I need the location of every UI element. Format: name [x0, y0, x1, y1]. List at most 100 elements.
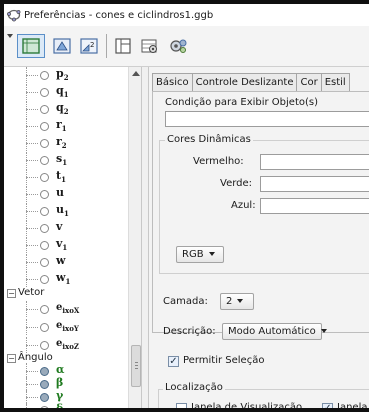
point-visibility-icon[interactable] [40, 241, 49, 250]
location-legend: Localização [163, 382, 225, 393]
point-visibility-icon[interactable] [40, 275, 49, 284]
angle-visibility-icon[interactable] [40, 380, 49, 389]
toolbar: 2 [4, 26, 369, 67]
scroll-up-arrow-icon[interactable] [132, 71, 140, 76]
toolbar-grip-icon [7, 32, 13, 38]
tab-color[interactable]: Cor [296, 73, 322, 91]
tree-item-label: δ [56, 402, 64, 412]
tree-item-label: β [56, 376, 64, 389]
point-visibility-icon[interactable] [40, 207, 49, 216]
vector-visibility-icon[interactable] [40, 305, 49, 314]
tree-item-t1[interactable]: t1 [4, 169, 129, 185]
tree-item-label: γ [56, 389, 64, 402]
advanced-settings-icon [170, 39, 187, 53]
tree-item-s1[interactable]: s1 [4, 152, 129, 168]
tree-item-eixox[interactable]: eixoX [4, 301, 129, 317]
scrollbar-thumb[interactable] [131, 345, 141, 387]
tree-item-subscript: ixoY [62, 324, 79, 333]
point-visibility-icon[interactable] [40, 224, 49, 233]
graphics-view-2-checkbox[interactable]: ✓ [322, 403, 333, 408]
graphics-select-button[interactable] [17, 34, 45, 58]
point-visibility-icon[interactable] [40, 173, 49, 182]
graphics-2-button[interactable]: 2 [77, 34, 101, 58]
tree-item-v[interactable]: v [4, 220, 129, 236]
angle-visibility-icon[interactable] [40, 367, 49, 376]
condition-input[interactable] [165, 111, 369, 127]
tree-item-subscript: ixoX [62, 306, 80, 315]
tree-item-q1[interactable]: q1 [4, 84, 129, 100]
description-label: Descrição: [163, 326, 216, 337]
tab-basic[interactable]: Básico [152, 73, 193, 91]
split-divider[interactable] [141, 67, 149, 408]
point-visibility-icon[interactable] [40, 190, 49, 199]
graphics-select-icon [22, 38, 40, 54]
blue-input[interactable] [260, 198, 369, 214]
tree-item-label: q [56, 101, 64, 114]
layer-label: Camada: [163, 296, 208, 307]
collapse-icon[interactable]: − [7, 354, 16, 363]
tree-item-eixoy[interactable]: eixoY [4, 319, 129, 335]
green-input[interactable] [260, 176, 369, 192]
tree-scrollbar[interactable] [128, 67, 142, 408]
point-visibility-icon[interactable] [40, 258, 49, 267]
description-value: Modo Automático [228, 326, 316, 337]
layout-button[interactable] [112, 34, 134, 58]
point-visibility-icon[interactable] [40, 71, 49, 80]
tree-item-r2[interactable]: r2 [4, 135, 129, 151]
vector-visibility-icon[interactable] [40, 341, 49, 350]
tree-item-w[interactable]: w [4, 254, 129, 270]
algebra-icon [53, 38, 71, 54]
green-label: Verde: [220, 178, 253, 189]
blue-label: Azul: [231, 200, 256, 211]
tree-item-label: u [56, 203, 64, 216]
tab-style[interactable]: Estil [320, 73, 350, 91]
layer-select[interactable]: 2 [220, 293, 254, 310]
tree-item-subscript: ixoZ [62, 342, 79, 351]
tab-slider[interactable]: Controle Deslizante [191, 73, 298, 91]
point-visibility-icon[interactable] [40, 88, 49, 97]
tree-item-subscript: 1 [65, 277, 71, 286]
point-visibility-icon[interactable] [40, 105, 49, 114]
tree-item-label: v [56, 220, 63, 233]
defaults-icon [141, 39, 157, 53]
geogebra-icon [7, 9, 21, 22]
advanced-settings-button[interactable] [166, 34, 190, 58]
tree-item-q2[interactable]: q2 [4, 101, 129, 117]
tree-item-v1[interactable]: v1 [4, 237, 129, 253]
tree-item-r1[interactable]: r1 [4, 118, 129, 134]
tree-item-p2[interactable]: p2 [4, 67, 129, 83]
algebra-button[interactable] [50, 34, 74, 58]
tree-item-u1[interactable]: u1 [4, 203, 129, 219]
tree-item-label: p [56, 67, 64, 80]
tree-item-subscript: 1 [63, 90, 69, 99]
defaults-button[interactable] [137, 34, 161, 58]
angle-visibility-icon[interactable] [40, 393, 49, 402]
dynamic-colors-legend: Cores Dinâmicas [165, 134, 253, 145]
tree-category-vector[interactable]: − Vetor [4, 286, 129, 300]
graphics-view-checkbox[interactable] [176, 403, 187, 408]
point-visibility-icon[interactable] [40, 122, 49, 131]
vector-visibility-icon[interactable] [40, 323, 49, 332]
chevron-down-icon [320, 329, 327, 333]
point-visibility-icon[interactable] [40, 139, 49, 148]
tree-item-label: α [56, 363, 65, 376]
title-bar: Preferências - cones e ciclindros1.ggb [4, 4, 369, 26]
tree-item-subscript: 1 [61, 175, 66, 184]
red-input[interactable] [260, 154, 369, 170]
tree-item-label: q [56, 84, 64, 97]
angle-visibility-icon[interactable] [40, 406, 49, 408]
tree-item-u[interactable]: u [4, 186, 129, 202]
red-label: Vermelho: [193, 156, 244, 167]
point-visibility-icon[interactable] [40, 156, 49, 165]
properties-panel: Básico Controle Deslizante Cor Estil Con… [149, 67, 369, 408]
tree-item-delta[interactable]: δ [4, 402, 129, 412]
color-model-select[interactable]: RGB [176, 246, 224, 263]
description-select[interactable]: Modo Automático [222, 323, 327, 340]
tree-item-label: w [56, 254, 66, 267]
collapse-icon[interactable]: − [7, 289, 16, 298]
tree-item-w1[interactable]: w1 [4, 271, 129, 287]
tree-item-label: u [56, 186, 64, 199]
allow-selection-checkbox[interactable]: ✓ [168, 356, 179, 367]
chevron-down-icon [237, 299, 244, 303]
tab-bar: Básico Controle Deslizante Cor Estil [152, 73, 350, 91]
